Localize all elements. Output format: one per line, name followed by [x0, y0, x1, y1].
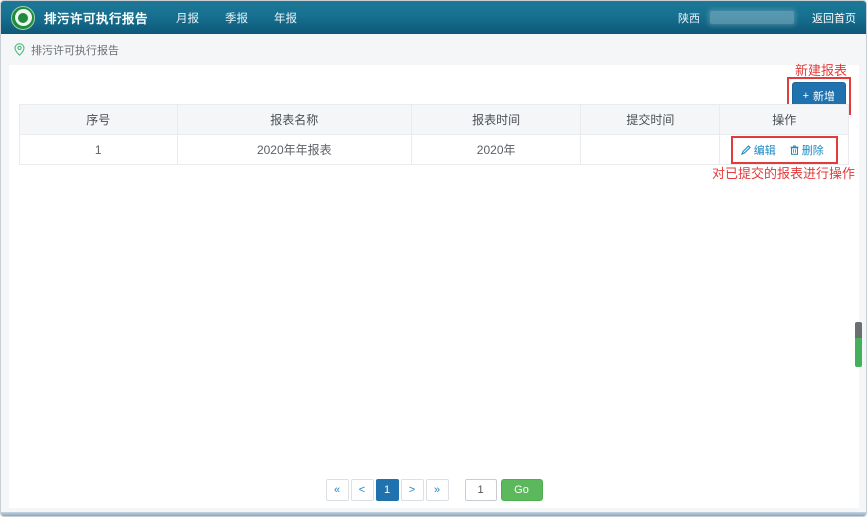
logo-core — [18, 13, 28, 23]
page-go-button[interactable]: Go — [501, 479, 543, 501]
col-header-index: 序号 — [20, 105, 178, 135]
cell-report-name: 2020年年报表 — [177, 135, 412, 165]
delete-trash-icon — [790, 145, 799, 155]
bottom-border-bar — [1, 512, 866, 516]
side-widget-bar — [855, 338, 862, 367]
delete-label: 删除 — [802, 142, 824, 158]
nav-annual-report[interactable]: 年报 — [274, 10, 297, 26]
return-home-link[interactable]: 返回首页 — [812, 10, 856, 26]
col-header-report-name: 报表名称 — [177, 105, 412, 135]
table-header-row: 序号 报表名称 报表时间 提交时间 操作 — [20, 105, 849, 135]
delete-link[interactable]: 删除 — [790, 142, 824, 158]
side-widget-grip — [855, 322, 862, 338]
cell-operation: 编辑 删除 — [720, 135, 849, 165]
main-panel: 新建报表 + 新增 序号 报表名称 报表时间 提交时间 操作 — [9, 65, 859, 508]
logo-ring — [15, 9, 32, 26]
edit-pencil-icon — [741, 145, 751, 155]
annotation-operate-submitted: 对已提交的报表进行操作 — [712, 163, 855, 182]
nav-quarterly-report[interactable]: 季报 — [225, 10, 248, 26]
add-button-label: 新增 — [813, 88, 835, 104]
top-header: 排污许可执行报告 月报 季报 年报 陕西 返回首页 — [1, 1, 866, 34]
pagination-next-button[interactable]: > — [401, 479, 424, 501]
pagination-page-1-button[interactable]: 1 — [376, 479, 399, 501]
pagination-last-button[interactable]: » — [426, 479, 449, 501]
environment-ministry-logo-icon — [11, 6, 35, 30]
pagination-first-button[interactable]: « — [326, 479, 349, 501]
app-title: 排污许可执行报告 — [44, 8, 148, 27]
col-header-operation: 操作 — [720, 105, 849, 135]
redacted-company-name — [710, 11, 794, 24]
cell-index: 1 — [20, 135, 178, 165]
col-header-report-time: 报表时间 — [412, 105, 581, 135]
col-header-submit-time: 提交时间 — [581, 105, 720, 135]
location-pin-icon — [14, 43, 25, 56]
user-region-label: 陕西 — [678, 10, 700, 26]
page-jump-input[interactable] — [465, 479, 497, 501]
edit-link[interactable]: 编辑 — [741, 142, 776, 158]
table-row: 1 2020年年报表 2020年 编辑 — [20, 135, 849, 165]
breadcrumb-label: 排污许可执行报告 — [31, 42, 119, 58]
edit-label: 编辑 — [754, 142, 776, 158]
app-window: 排污许可执行报告 月报 季报 年报 陕西 返回首页 排污许可执行报告 新建报表 … — [0, 0, 867, 517]
top-nav: 月报 季报 年报 — [176, 10, 297, 26]
side-float-widget[interactable] — [855, 322, 862, 367]
plus-icon: + — [803, 90, 809, 102]
breadcrumb: 排污许可执行报告 — [2, 34, 865, 65]
nav-monthly-report[interactable]: 月报 — [176, 10, 199, 26]
cell-report-time: 2020年 — [412, 135, 581, 165]
cell-submit-time — [581, 135, 720, 165]
report-table: 序号 报表名称 报表时间 提交时间 操作 1 2020年年报表 2020年 — [19, 104, 849, 165]
pagination-prev-button[interactable]: < — [351, 479, 374, 501]
pagination: « < 1 > » Go — [9, 479, 859, 501]
annotation-box-row-actions: 编辑 删除 — [731, 136, 838, 164]
topbar-right: 陕西 返回首页 — [678, 10, 856, 26]
